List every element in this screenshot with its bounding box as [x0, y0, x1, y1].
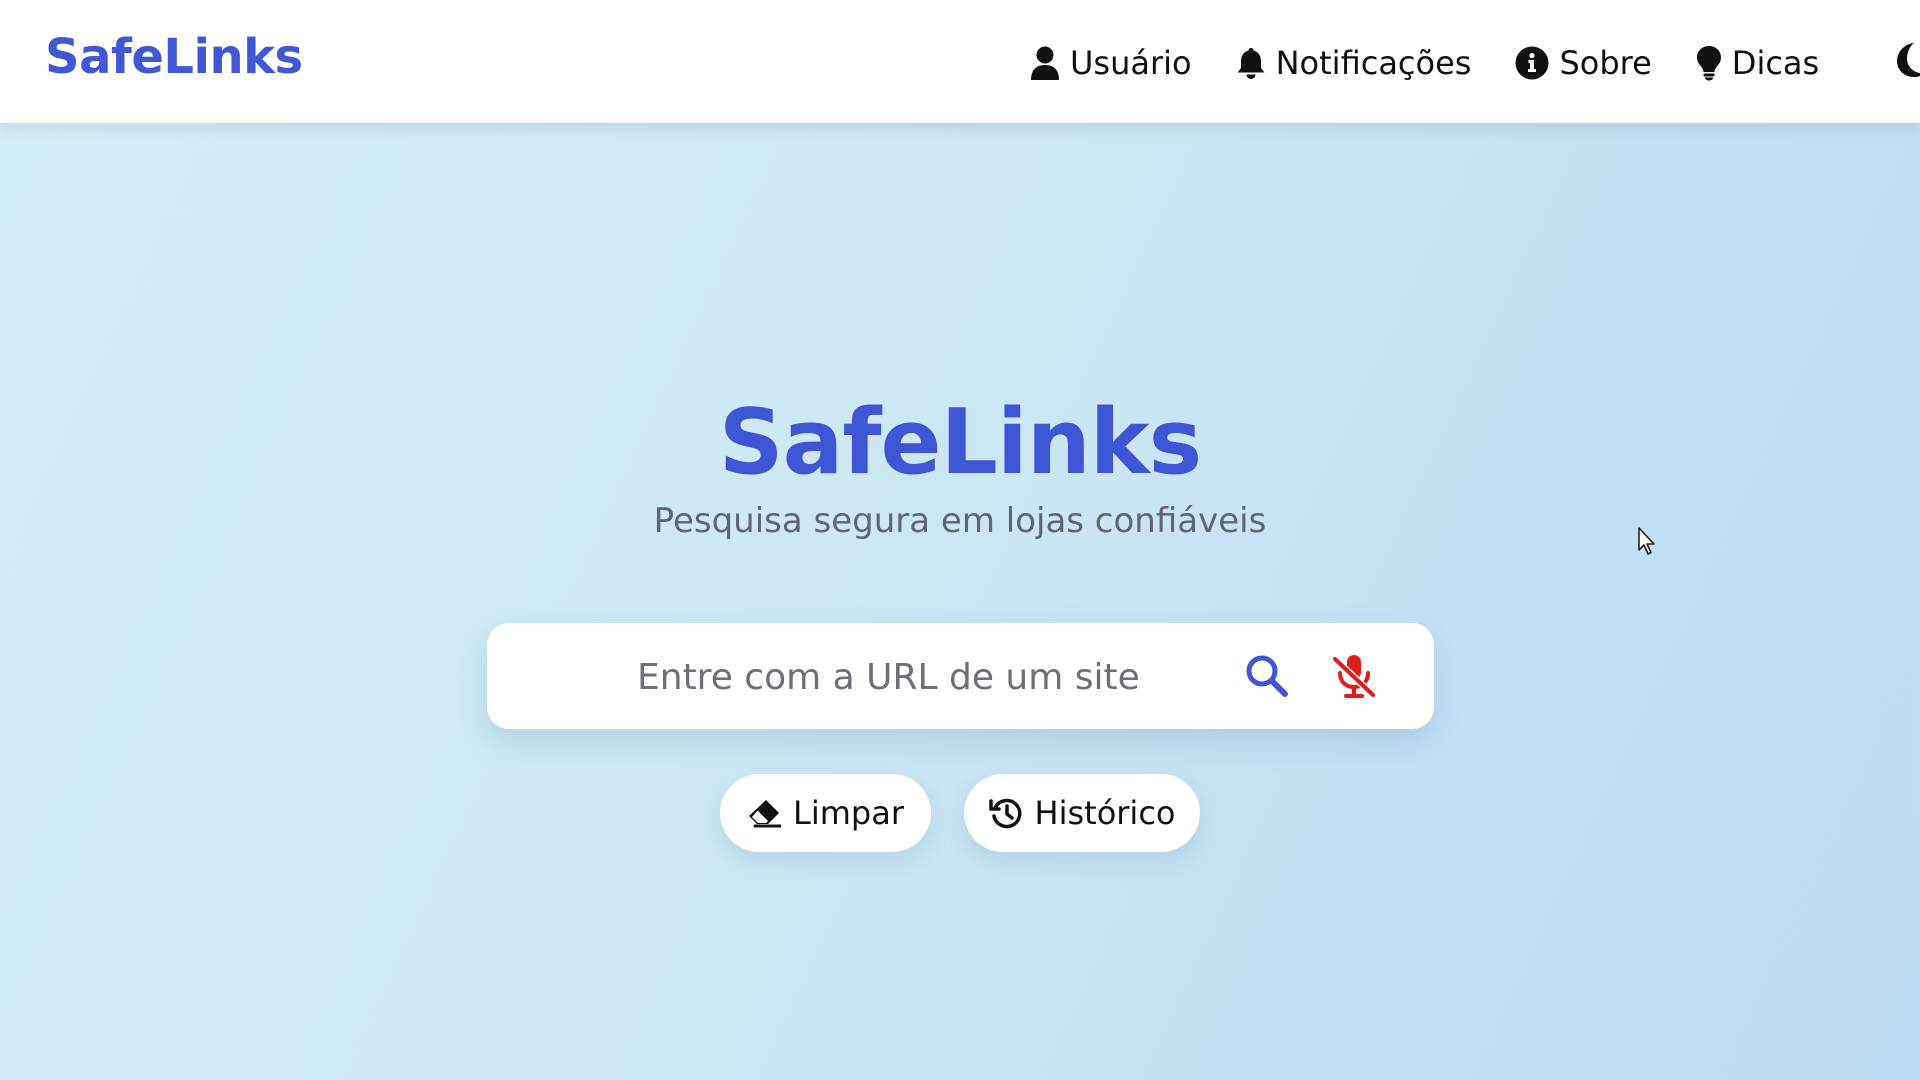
eraser-icon: [747, 798, 782, 828]
nav-item-notificacoes[interactable]: Notificações: [1236, 44, 1472, 82]
main-nav: Usuário Notificações Sobre Dicas: [1030, 40, 1863, 86]
search-bar: [487, 623, 1434, 729]
moon-icon: [1897, 43, 1920, 77]
user-icon: [1030, 46, 1060, 80]
clear-button[interactable]: Limpar: [720, 774, 931, 852]
nav-item-label: Sobre: [1559, 44, 1652, 82]
url-search-input[interactable]: [635, 645, 1199, 709]
nav-item-label: Dicas: [1731, 44, 1820, 82]
nav-item-label: Notificações: [1275, 44, 1472, 82]
mic-muted-icon: [1331, 655, 1377, 699]
history-button[interactable]: Histórico: [964, 774, 1200, 852]
voice-search-button[interactable]: [1329, 651, 1379, 701]
search-button[interactable]: [1244, 653, 1290, 699]
brand-logo[interactable]: SafeLinks: [45, 33, 303, 81]
info-circle-icon: [1515, 46, 1549, 80]
nav-item-label: Usuário: [1070, 44, 1192, 82]
search-icon: [1246, 655, 1288, 697]
nav-item-dicas[interactable]: Dicas: [1696, 45, 1819, 81]
navbar: SafeLinks Usuário Notificações Sobre Dic…: [0, 0, 1920, 123]
bell-icon: [1236, 46, 1266, 80]
lightbulb-icon: [1696, 45, 1722, 81]
history-icon: [988, 796, 1023, 830]
page-subtitle: Pesquisa segura em lojas confiáveis: [653, 501, 1267, 541]
theme-toggle-button[interactable]: [1888, 40, 1920, 80]
history-button-label: Histórico: [1034, 794, 1176, 832]
page-title: SafeLinks: [718, 390, 1202, 496]
clear-button-label: Limpar: [793, 794, 904, 832]
nav-item-usuario[interactable]: Usuário: [1030, 46, 1192, 80]
nav-item-sobre[interactable]: Sobre: [1515, 44, 1652, 82]
